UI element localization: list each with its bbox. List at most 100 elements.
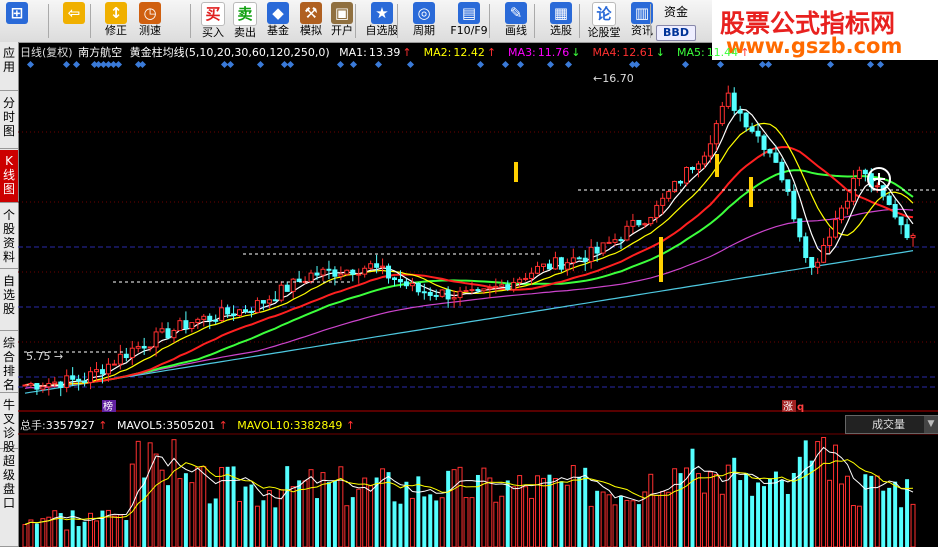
toolbar-button-13[interactable]: ▦ 选股 bbox=[539, 1, 583, 41]
candle-body bbox=[392, 277, 397, 281]
candle-body bbox=[439, 289, 445, 297]
volume-bar bbox=[446, 470, 451, 547]
nav-icon: ⊞ bbox=[6, 2, 28, 24]
candle-body bbox=[350, 269, 356, 275]
volume-bar bbox=[422, 496, 427, 547]
candle-body bbox=[463, 290, 469, 293]
candle-body bbox=[624, 225, 630, 241]
volume-bar bbox=[469, 497, 475, 547]
signal-diamond-icon bbox=[72, 60, 81, 69]
volume-bar bbox=[827, 479, 833, 547]
sidebar-tab-4[interactable]: 自选股 bbox=[0, 270, 18, 331]
indicator-name[interactable]: 黄金柱均线(5,10,20,30,60,120,250,0) bbox=[130, 46, 330, 59]
volume-bar bbox=[285, 466, 290, 547]
star-icon: ★ bbox=[371, 2, 393, 24]
signal-diamond-icon bbox=[476, 60, 485, 69]
volume-bar bbox=[225, 466, 230, 547]
signal-diamond-icon bbox=[516, 60, 525, 69]
period-label[interactable]: 日线(复权) bbox=[20, 46, 73, 59]
candle-body bbox=[630, 219, 636, 227]
lock-icon: ▣ bbox=[331, 2, 353, 24]
toolbar-button-7[interactable]: ⚒ 模拟 bbox=[295, 1, 327, 41]
sidebar-tab-3[interactable]: 个股资料 bbox=[0, 204, 18, 269]
volume-bar bbox=[487, 477, 493, 547]
toolbar-button-3[interactable]: ◷ 测速 bbox=[133, 1, 167, 41]
volume-bar bbox=[869, 475, 874, 547]
volume-bar bbox=[409, 497, 415, 547]
forum-icon: 论 bbox=[592, 2, 616, 26]
candle-body bbox=[564, 262, 570, 270]
candle-body bbox=[576, 257, 582, 260]
sidebar-tab-1[interactable]: 分时图 bbox=[0, 92, 18, 149]
candle-body bbox=[517, 278, 523, 283]
sidebar-tab-2[interactable]: K线图 bbox=[0, 150, 18, 203]
signal-diamond-icon bbox=[26, 60, 35, 69]
candle-body bbox=[546, 263, 552, 270]
sidebar-tab-6[interactable]: 牛叉诊股 bbox=[0, 394, 18, 454]
toolbar-button-15[interactable]: ▥ 资讯 bbox=[624, 1, 660, 41]
toolbar-button-label: 修正 bbox=[105, 24, 127, 37]
ma120-line bbox=[24, 208, 914, 389]
arrow-down-icon: ↓ bbox=[571, 46, 581, 59]
candle-body bbox=[827, 236, 833, 246]
sidebar-tab-0[interactable]: 应用 bbox=[0, 42, 18, 91]
toolbar-button-4[interactable]: 买买入 bbox=[197, 1, 229, 41]
toolbar-button-label: 开户 bbox=[331, 24, 353, 37]
toolbar-button-1[interactable]: ⇦ bbox=[57, 1, 91, 41]
signal-diamond-icon bbox=[114, 60, 123, 69]
toolbar-button-8[interactable]: ▣ 开户 bbox=[326, 1, 358, 41]
volume-bar bbox=[797, 456, 802, 547]
signal-diamond-icon bbox=[501, 60, 510, 69]
volume-bar bbox=[535, 475, 541, 547]
toolbar-button-5[interactable]: 卖卖出 bbox=[229, 1, 261, 41]
zijin-button[interactable]: 资金 BBD bbox=[656, 1, 696, 41]
volume-bar bbox=[213, 498, 218, 547]
mavol10-label: MAVOL10: bbox=[237, 419, 294, 432]
ma-readout-5: MA5: 11.44 ↑ bbox=[677, 46, 755, 59]
toolbar-button-label: 买入 bbox=[202, 26, 224, 39]
volume-indicator-select[interactable]: 成交量 ▼ bbox=[845, 415, 938, 434]
ma-readout-1: MA1: 13.39 ↑ bbox=[339, 46, 417, 59]
candle-body bbox=[844, 200, 850, 209]
candle-body bbox=[684, 166, 690, 184]
toolbar-button-12[interactable]: ✎ 画线 bbox=[494, 1, 538, 41]
volume-bar bbox=[910, 503, 916, 547]
signal-diamond-icon bbox=[286, 60, 295, 69]
candle-body bbox=[111, 363, 117, 366]
volume-bar bbox=[588, 505, 594, 547]
volume-bar bbox=[881, 490, 886, 547]
candle-body bbox=[487, 287, 493, 290]
candle-body bbox=[755, 130, 761, 137]
kline-chart[interactable]: ←16.70 5.75 → 榜 涨 q bbox=[18, 42, 938, 547]
volume-bar bbox=[701, 492, 707, 547]
signal-diamond-icon bbox=[546, 60, 555, 69]
toolbar-button-11[interactable]: ▤ F10/F9 bbox=[444, 1, 494, 41]
volume-bar bbox=[707, 471, 713, 547]
toolbar-button-0[interactable]: ⊞ bbox=[2, 1, 32, 41]
toolbar-button-6[interactable]: ◆ 基金 bbox=[262, 1, 294, 41]
toolbar-button-10[interactable]: ◎ 周期 bbox=[404, 1, 444, 41]
candle-body bbox=[272, 299, 278, 302]
sidebar-tab-5[interactable]: 综合排名 bbox=[0, 332, 18, 393]
toolbar-button-2[interactable]: ↕ 修正 bbox=[99, 1, 133, 41]
candle-body bbox=[874, 185, 880, 188]
candle-body bbox=[654, 204, 660, 218]
candle-body bbox=[344, 269, 350, 275]
candle-body bbox=[582, 257, 588, 262]
signal-diamond-icon bbox=[716, 60, 725, 69]
toolbar-button-14[interactable]: 论论股堂 bbox=[584, 1, 624, 41]
candle-body bbox=[415, 282, 421, 293]
volume-bar bbox=[231, 466, 236, 547]
candle-body bbox=[481, 288, 487, 292]
bbd-label: BBD bbox=[656, 25, 696, 41]
volume-bar bbox=[672, 468, 678, 547]
signal-diamond-icon bbox=[256, 60, 265, 69]
sidebar-tab-7[interactable]: 超级盘口 bbox=[0, 450, 18, 547]
toolbar-separator bbox=[397, 4, 398, 38]
candle-body bbox=[511, 281, 517, 290]
volume-bar bbox=[785, 493, 790, 547]
candle-body bbox=[243, 309, 248, 312]
volume-bar bbox=[850, 505, 856, 547]
candle-body bbox=[52, 381, 58, 384]
volume-bar bbox=[583, 467, 588, 547]
